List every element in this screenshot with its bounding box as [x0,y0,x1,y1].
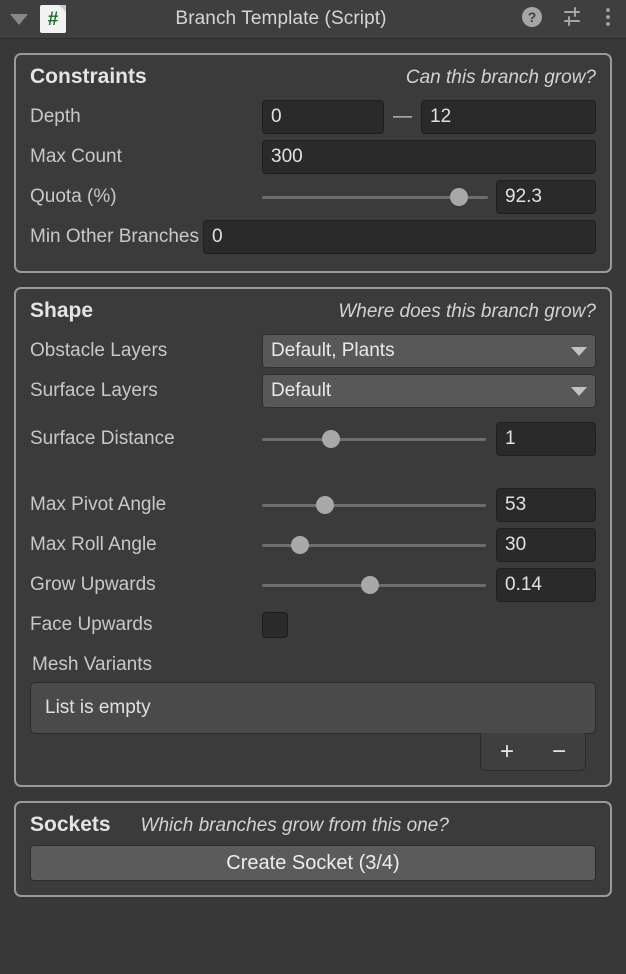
surface-distance-label: Surface Distance [30,428,175,449]
svg-text:?: ? [528,9,537,25]
shape-header: Shape Where does this branch grow? [30,299,596,323]
header-icon-group: ? [520,5,612,34]
depth-min-input[interactable]: 0 [262,100,384,134]
depth-row: Depth 0 — 12 [30,97,596,137]
sockets-title: Sockets [30,813,111,836]
obstacle-layers-label: Obstacle Layers [30,340,168,361]
max-roll-angle-label: Max Roll Angle [30,534,157,555]
shape-hint: Where does this branch grow? [338,301,596,322]
chevron-down-icon [571,386,587,396]
max-pivot-angle-input[interactable]: 53 [496,488,596,522]
shape-panel: Shape Where does this branch grow? Obsta… [14,287,612,787]
constraints-header: Constraints Can this branch grow? [30,65,596,89]
mesh-variants-button-group: + − [480,733,586,771]
quota-row: Quota (%) 92.3 [30,177,596,217]
mesh-variants-empty-text: List is empty [45,697,151,718]
obstacle-layers-value: Default, Plants [271,340,395,361]
mesh-variants-footer: + − [30,733,596,771]
component-title: Branch Template (Script) [175,8,387,29]
grow-upwards-slider-knob[interactable] [360,576,379,594]
sockets-hint: Which branches grow from this one? [140,815,449,836]
depth-range-separator: — [393,106,412,127]
surface-distance-slider-knob[interactable] [322,430,341,448]
min-other-branches-row: Min Other Branches 0 [30,217,596,257]
surface-layers-row: Surface Layers Default [30,371,596,411]
surface-distance-row: Surface Distance 1 [30,419,596,459]
triangle-down-icon[interactable] [10,13,28,25]
depth-max-input[interactable]: 12 [421,100,596,134]
csharp-script-icon[interactable]: # [40,5,66,33]
max-pivot-angle-label: Max Pivot Angle [30,494,167,515]
grow-upwards-slider[interactable] [262,568,486,602]
constraints-panel: Constraints Can this branch grow? Depth … [14,53,612,273]
help-icon[interactable]: ? [520,5,544,34]
max-count-row: Max Count 300 [30,137,596,177]
obstacle-layers-dropdown[interactable]: Default, Plants [262,334,596,368]
preset-sliders-icon[interactable] [562,5,586,34]
kebab-menu-icon[interactable] [604,5,612,34]
obstacle-layers-row: Obstacle Layers Default, Plants [30,331,596,371]
max-roll-angle-slider-knob[interactable] [291,536,310,554]
quota-slider[interactable] [262,180,488,214]
create-socket-button[interactable]: Create Socket (3/4) [30,845,596,881]
quota-slider-knob[interactable] [449,188,468,206]
surface-layers-value: Default [271,380,332,401]
max-pivot-angle-slider-track [262,503,486,507]
face-upwards-label: Face Upwards [30,614,153,635]
grow-upwards-row: Grow Upwards 0.14 [30,565,596,605]
quota-input[interactable]: 92.3 [496,180,596,214]
mesh-variants-list[interactable]: List is empty [30,682,596,734]
surface-layers-dropdown[interactable]: Default [262,374,596,408]
min-other-branches-label: Min Other Branches [30,226,199,247]
surface-distance-slider[interactable] [262,422,486,456]
shape-title: Shape [30,299,94,322]
depth-label: Depth [30,106,81,127]
max-roll-angle-input[interactable]: 30 [496,528,596,562]
quota-label: Quota (%) [30,186,117,207]
grow-upwards-label: Grow Upwards [30,574,156,595]
max-pivot-angle-slider[interactable] [262,488,486,522]
sockets-header: Sockets Which branches grow from this on… [30,813,596,837]
constraints-hint: Can this branch grow? [405,67,596,88]
chevron-down-icon [571,346,587,356]
min-other-branches-input[interactable]: 0 [202,220,596,254]
remove-mesh-variant-button[interactable]: − [546,739,572,764]
script-icon-glyph: # [47,8,59,30]
max-count-input[interactable]: 300 [262,140,596,174]
component-header: # Branch Template (Script) ? [0,0,626,39]
mesh-variants-label: Mesh Variants [32,654,153,675]
surface-distance-input[interactable]: 1 [496,422,596,456]
max-pivot-angle-slider-knob[interactable] [315,496,334,514]
max-roll-angle-slider[interactable] [262,528,486,562]
surface-layers-label: Surface Layers [30,380,158,401]
face-upwards-row: Face Upwards [30,605,596,645]
grow-upwards-input[interactable]: 0.14 [496,568,596,602]
constraints-title: Constraints [30,65,147,88]
max-roll-angle-row: Max Roll Angle 30 [30,525,596,565]
face-upwards-checkbox[interactable] [262,612,288,638]
add-mesh-variant-button[interactable]: + [494,739,520,764]
max-pivot-angle-row: Max Pivot Angle 53 [30,485,596,525]
sockets-panel: Sockets Which branches grow from this on… [14,801,612,897]
surface-distance-slider-track [262,437,486,441]
max-count-label: Max Count [30,146,122,167]
